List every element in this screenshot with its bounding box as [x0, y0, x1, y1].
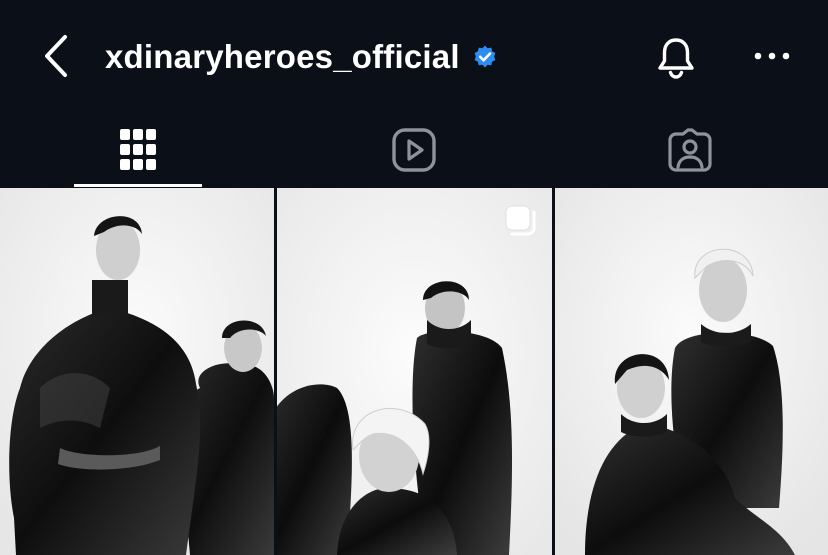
- back-button[interactable]: [36, 32, 76, 80]
- posts-grid: [0, 188, 828, 555]
- chevron-left-icon: [45, 35, 67, 77]
- profile-header: xdinaryheroes_official: [0, 0, 828, 112]
- notifications-button[interactable]: [652, 32, 700, 82]
- selected-tab-indicator: [74, 184, 202, 187]
- profile-tabs: [0, 112, 828, 188]
- post-thumbnail-3[interactable]: [555, 188, 828, 555]
- more-options-button[interactable]: [748, 38, 796, 74]
- post-thumbnail-1[interactable]: [0, 188, 274, 555]
- post-photo: [277, 188, 552, 555]
- profile-username: xdinaryheroes_official: [105, 38, 460, 75]
- tab-reels[interactable]: [350, 112, 478, 188]
- verified-badge-icon: [472, 44, 498, 70]
- reels-play-icon: [392, 128, 436, 172]
- username-row: xdinaryheroes_official: [105, 34, 498, 80]
- carousel-icon: [505, 205, 536, 236]
- bell-icon: [658, 38, 694, 79]
- tab-posts-grid[interactable]: [74, 112, 202, 188]
- tagged-person-icon: [668, 128, 712, 172]
- post-thumbnail-2[interactable]: [277, 188, 552, 555]
- post-photo: [555, 188, 828, 555]
- post-photo: [0, 188, 274, 555]
- grid-icon: [120, 129, 156, 170]
- more-horizontal-icon: [754, 52, 790, 60]
- tab-tagged[interactable]: [626, 112, 754, 188]
